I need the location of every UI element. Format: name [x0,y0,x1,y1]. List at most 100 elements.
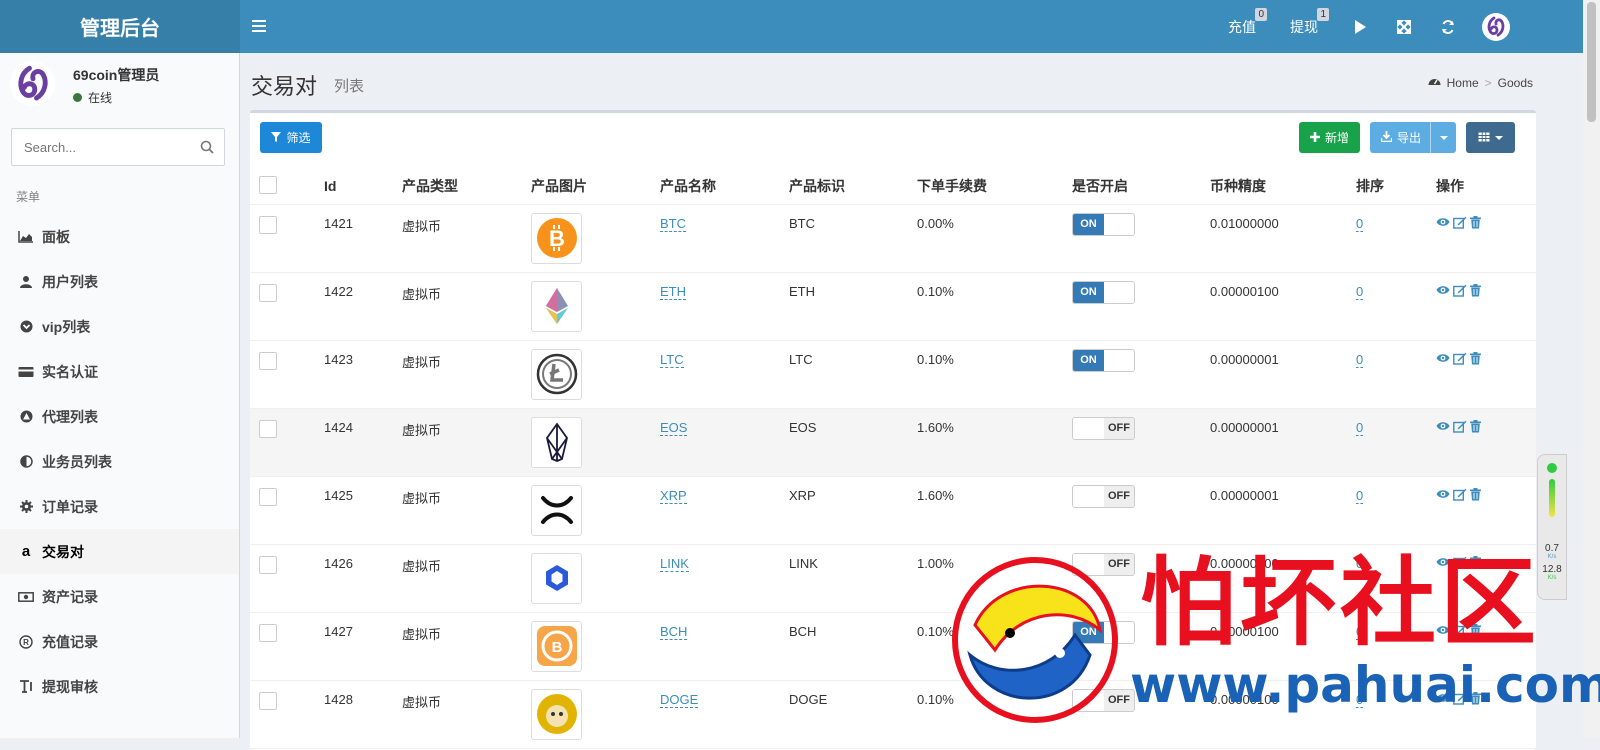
view-icon[interactable] [1436,352,1450,365]
select-all-checkbox[interactable] [259,176,277,195]
edit-icon[interactable] [1453,420,1467,433]
enabled-toggle[interactable]: ON [1072,280,1135,304]
cell-name-link[interactable]: XRP [660,487,687,504]
sidebar-item-salesmen[interactable]: 业务员列表 [0,439,239,484]
bch-icon[interactable]: B [531,620,582,672]
refresh-icon[interactable] [1440,19,1456,35]
sidebar-item-orders[interactable]: 订单记录 [0,484,239,529]
table-row[interactable]: 1424 虚拟币 EOS EOS 1.60% OFF 0.00000001 0 [250,408,1536,477]
edit-icon[interactable] [1453,352,1467,365]
page-scrollbar[interactable] [1583,0,1600,738]
row-checkbox[interactable] [259,487,277,506]
fullscreen-icon[interactable] [1396,19,1412,35]
sidebar-item-label: 订单记录 [42,498,98,515]
eos-icon[interactable] [531,416,582,468]
search-icon[interactable] [192,129,222,165]
cell-sort-link[interactable]: 0 [1356,351,1364,368]
columns-button[interactable] [1466,122,1515,153]
cog-icon [18,500,34,513]
sidebar-item-label: 用户列表 [42,273,98,290]
top-header: 管理后台 充值 0 提现 1 [0,0,1600,53]
delete-icon[interactable] [1470,487,1484,501]
delete-icon[interactable] [1470,351,1484,365]
table-row[interactable]: 1421 虚拟币 B BTC BTC 0.00% ON 0.01000000 0 [250,204,1536,273]
recharge-link[interactable]: 充值 0 [1228,7,1267,37]
delete-icon[interactable] [1470,283,1484,297]
edit-icon[interactable] [1453,284,1467,297]
edit-icon[interactable] [1453,488,1467,501]
export-button[interactable]: 导出 [1370,122,1456,153]
enabled-toggle[interactable]: ON [1072,348,1135,372]
sidebar-item-trading-pairs[interactable]: a 交易对 [0,529,239,574]
play-icon[interactable] [1352,19,1368,35]
cell-name-link[interactable]: DOGE [660,691,699,708]
add-button[interactable]: 新增 [1299,122,1360,153]
btc-icon[interactable]: B [531,212,582,264]
sidebar-item-users[interactable]: 用户列表 [0,259,239,304]
cell-id: 1421 [324,204,402,273]
cell-symbol: LTC [789,340,917,409]
registered-icon: R [18,634,34,649]
sidebar-item-recharges[interactable]: R 充值记录 [0,619,239,664]
breadcrumb-home[interactable]: Home [1447,76,1479,90]
sidebar: 69coin管理员 在线 菜单 面板 用户列表 vip列表 实名认证 代理列表 … [0,53,240,738]
user-panel: 69coin管理员 在线 [0,53,239,115]
cell-sort-link[interactable]: 0 [1356,419,1364,436]
xrp-icon[interactable] [531,484,582,536]
cell-name-link[interactable]: LINK [660,555,689,572]
cell-sort-link[interactable]: 0 [1356,283,1364,300]
row-checkbox[interactable] [259,283,277,302]
toggle-on-label: ON [1073,281,1104,303]
ltc-icon[interactable] [531,348,582,400]
sidebar-item-label: 提现审核 [42,678,98,695]
enabled-toggle[interactable]: ON [1072,212,1135,236]
sidebar-item-realname[interactable]: 实名认证 [0,349,239,394]
search-input[interactable] [12,129,192,165]
withdraw-link[interactable]: 提现 1 [1290,7,1329,37]
view-icon[interactable] [1436,216,1450,229]
scrollbar-thumb[interactable] [1587,2,1596,122]
sidebar-item-dashboard[interactable]: 面板 [0,214,239,259]
row-checkbox[interactable] [259,351,277,370]
col-id[interactable]: Id [324,168,402,205]
text-height-icon [18,680,34,693]
cell-name-link[interactable]: LTC [660,351,684,368]
sidebar-item-agents[interactable]: 代理列表 [0,394,239,439]
sidebar-item-withdraw-review[interactable]: 提现审核 [0,664,239,709]
table-row[interactable]: 1425 虚拟币 XRP XRP 1.60% OFF 0.00000001 0 [250,476,1536,545]
delete-icon[interactable] [1470,215,1484,229]
eth-icon[interactable] [531,280,582,332]
sidebar-item-vip[interactable]: vip列表 [0,304,239,349]
cell-sort-link[interactable]: 0 [1356,487,1364,504]
enabled-toggle[interactable]: OFF [1072,416,1135,440]
row-checkbox[interactable] [259,215,277,234]
cell-symbol: LINK [789,544,917,613]
view-icon[interactable] [1436,488,1450,501]
link-icon[interactable] [531,552,582,604]
export-dropdown-toggle[interactable] [1430,122,1456,153]
row-checkbox[interactable] [259,691,277,710]
view-icon[interactable] [1436,284,1450,297]
cell-name-link[interactable]: EOS [660,419,688,436]
view-icon[interactable] [1436,420,1450,433]
row-checkbox[interactable] [259,555,277,574]
app-logo[interactable]: 管理后台 [0,0,240,53]
doge-icon[interactable] [531,688,582,740]
row-checkbox[interactable] [259,419,277,438]
user-status-label: 在线 [88,91,113,105]
enabled-toggle[interactable]: OFF [1072,484,1135,508]
delete-icon[interactable] [1470,419,1484,433]
cell-sort-link[interactable]: 0 [1356,215,1364,232]
row-checkbox[interactable] [259,623,277,642]
sidebar-item-assets[interactable]: 资产记录 [0,574,239,619]
filter-button[interactable]: 筛选 [260,122,322,153]
table-row[interactable]: 1422 虚拟币 ETH ETH 0.10% ON 0.00000100 0 [250,272,1536,341]
edit-icon[interactable] [1453,216,1467,229]
cell-name-link[interactable]: ETH [660,283,686,300]
table-row[interactable]: 1423 虚拟币 LTC LTC 0.10% ON 0.00000001 0 [250,340,1536,409]
menu-toggle-icon[interactable] [252,15,268,37]
withdraw-badge: 1 [1317,7,1329,21]
cell-name-link[interactable]: BCH [660,623,688,640]
cell-name-link[interactable]: BTC [660,215,686,232]
header-avatar[interactable] [1482,12,1510,41]
